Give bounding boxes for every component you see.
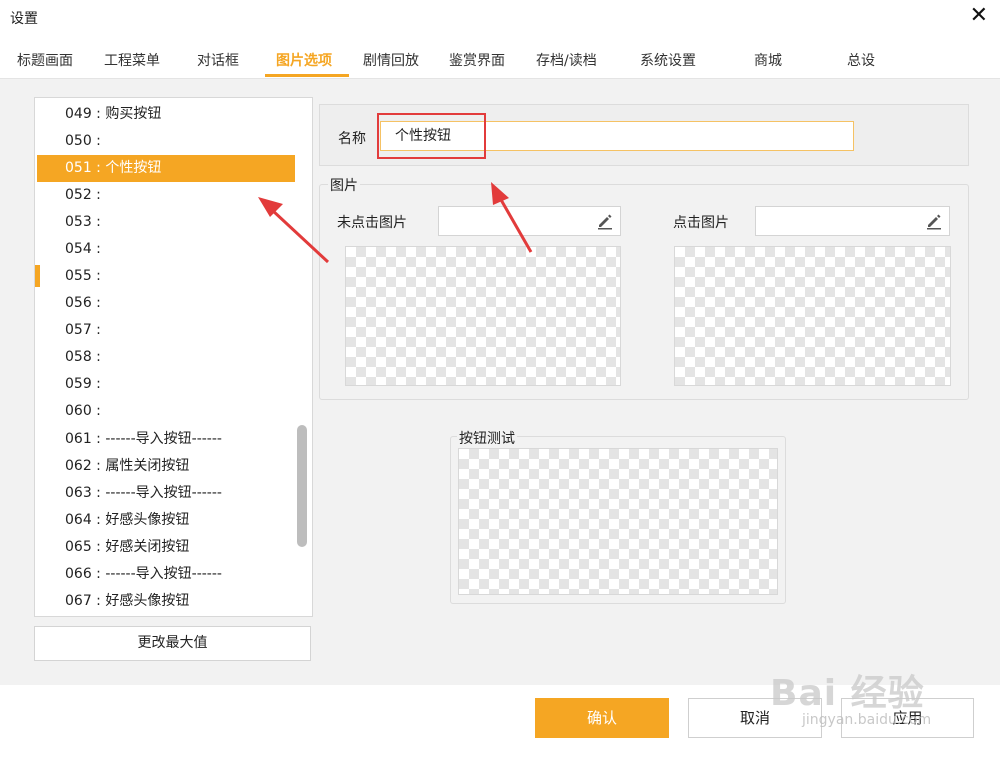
tab-project-menu[interactable]: 工程菜单 <box>104 50 160 70</box>
list-hover-marker <box>35 265 40 287</box>
list-item[interactable]: 062 : 属性关闭按钮 <box>37 453 295 480</box>
list-item[interactable]: 066 : ------导入按钮------ <box>37 561 295 588</box>
unclicked-image-preview <box>345 246 621 386</box>
list-item[interactable]: 054 : <box>37 236 295 263</box>
watermark-url: jingyan.baidu.com <box>802 712 932 728</box>
list-item[interactable]: 052 : <box>37 182 295 209</box>
clicked-image-preview <box>674 246 951 386</box>
confirm-button[interactable]: 确认 <box>535 698 669 738</box>
list-scrollbar-thumb[interactable] <box>297 425 307 547</box>
tab-image-options[interactable]: 图片选项 <box>276 50 332 70</box>
list-item[interactable]: 058 : <box>37 344 295 371</box>
active-tab-indicator <box>265 74 349 77</box>
list-item[interactable]: 057 : <box>37 317 295 344</box>
tab-shop[interactable]: 商城 <box>754 50 782 70</box>
list-item-selected[interactable]: 051 : 个性按钮 <box>37 155 295 182</box>
tab-bar: 标题画面 工程菜单 对话框 图片选项 剧情回放 鉴赏界面 存档/读档 系统设置 … <box>0 38 1000 79</box>
unclicked-image-field[interactable] <box>438 206 621 236</box>
button-test-preview[interactable] <box>458 448 778 595</box>
list-item[interactable]: 053 : <box>37 209 295 236</box>
clicked-image-field[interactable] <box>755 206 950 236</box>
list-item[interactable]: 056 : <box>37 290 295 317</box>
button-test-title: 按钮测试 <box>457 428 517 448</box>
tab-system-settings[interactable]: 系统设置 <box>640 50 696 70</box>
title-bar: 设置 ✕ <box>0 0 1000 36</box>
image-group-title: 图片 <box>328 175 360 195</box>
tab-save-load[interactable]: 存档/读档 <box>536 50 597 70</box>
tab-general[interactable]: 总设 <box>847 50 875 70</box>
change-max-button[interactable]: 更改最大值 <box>34 626 311 661</box>
pencil-icon[interactable] <box>925 212 943 230</box>
item-list[interactable]: 049 : 购买按钮 050 : 051 : 个性按钮 052 : 053 : … <box>34 97 313 617</box>
list-item[interactable]: 049 : 购买按钮 <box>37 101 295 128</box>
window-title: 设置 <box>10 11 38 27</box>
list-item[interactable]: 065 : 好感关闭按钮 <box>37 534 295 561</box>
list-item[interactable]: 055 : <box>37 263 295 290</box>
list-item[interactable]: 061 : ------导入按钮------ <box>37 426 295 453</box>
unclicked-image-label: 未点击图片 <box>337 215 407 231</box>
clicked-image-label: 点击图片 <box>673 215 729 231</box>
list-item[interactable]: 064 : 好感头像按钮 <box>37 507 295 534</box>
close-icon[interactable]: ✕ <box>970 4 988 28</box>
tab-dialog[interactable]: 对话框 <box>197 50 239 70</box>
list-item[interactable]: 060 : <box>37 398 295 425</box>
tab-title-screen[interactable]: 标题画面 <box>17 50 73 70</box>
annotation-highlight-box <box>377 113 486 159</box>
list-item[interactable]: 063 : ------导入按钮------ <box>37 480 295 507</box>
tab-gallery[interactable]: 鉴赏界面 <box>449 50 505 70</box>
list-item[interactable]: 067 : 好感头像按钮 <box>37 588 295 615</box>
tab-story-replay[interactable]: 剧情回放 <box>363 50 419 70</box>
name-label: 名称 <box>338 131 366 147</box>
watermark-logo: Bai 经验 <box>770 673 925 714</box>
list-item[interactable]: 050 : <box>37 128 295 155</box>
list-item[interactable]: 059 : <box>37 371 295 398</box>
pencil-icon[interactable] <box>596 212 614 230</box>
